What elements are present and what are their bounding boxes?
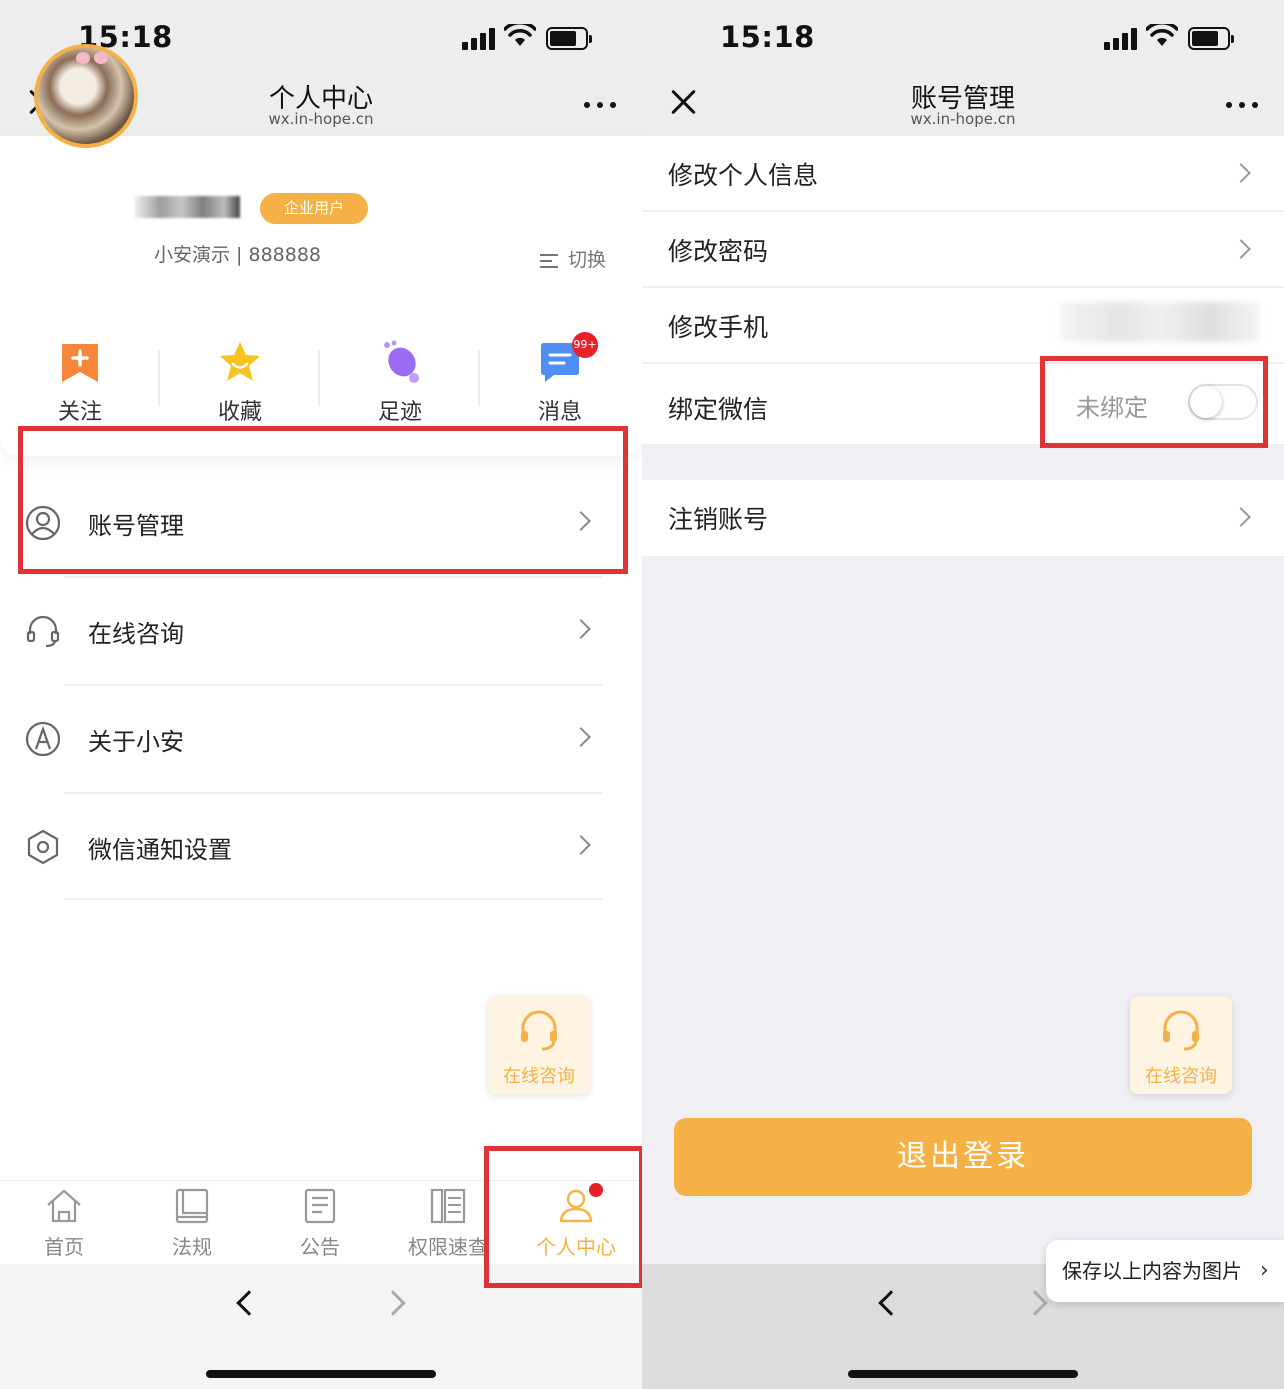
bookmark-plus-icon <box>62 344 98 382</box>
home-indicator <box>206 1370 436 1378</box>
battery-icon <box>1188 27 1234 50</box>
row-label: 绑定微信 <box>668 395 769 424</box>
highlight-wechat-binding <box>1040 356 1268 448</box>
menu-label: 关于小安 <box>88 728 184 756</box>
tab-regulations[interactable]: 法规 <box>128 1181 256 1265</box>
forward-icon[interactable] <box>1022 1290 1048 1316</box>
floating-consult-label: 在线咨询 <box>1145 1066 1217 1087</box>
quick-actions: 关注 收藏 足迹 消息 <box>0 336 642 426</box>
tab-announcements[interactable]: 公告 <box>256 1181 384 1265</box>
wifi-icon <box>1146 24 1178 46</box>
row-change-password[interactable]: 修改密码 <box>642 212 1284 288</box>
floating-consult-button[interactable]: 在线咨询 <box>488 996 590 1094</box>
org-info: 小安演示 | 888888 <box>154 244 322 266</box>
wifi-icon <box>504 24 536 46</box>
battery-icon <box>546 27 592 50</box>
username-blurred <box>134 196 240 218</box>
chevron-right-icon <box>1231 239 1251 259</box>
row-label: 修改密码 <box>668 237 769 266</box>
headset-icon <box>26 615 60 648</box>
row-label: 修改手机 <box>668 313 769 342</box>
floating-consult-label: 在线咨询 <box>503 1066 575 1087</box>
menu-label: 微信通知设置 <box>88 836 232 864</box>
more-icon[interactable] <box>584 102 616 108</box>
chevron-right-icon <box>571 727 591 747</box>
book-icon <box>175 1188 209 1224</box>
row-label: 修改个人信息 <box>668 161 819 190</box>
signal-icon <box>462 28 496 50</box>
highlight-account-management <box>18 426 628 574</box>
row-edit-profile[interactable]: 修改个人信息 <box>642 136 1284 212</box>
avatar[interactable] <box>34 44 138 148</box>
status-time: 15:18 <box>720 20 815 54</box>
action-label: 关注 <box>57 400 102 425</box>
chevron-right-icon <box>571 619 591 639</box>
tab-label: 公告 <box>300 1235 340 1259</box>
logout-button[interactable]: 退出登录 <box>674 1118 1252 1196</box>
signal-icon <box>1104 28 1138 50</box>
switch-account-button[interactable]: 切换 <box>540 245 606 272</box>
save-as-image-button[interactable]: 保存以上内容为图片 › <box>1046 1240 1284 1302</box>
footprint-icon <box>384 340 419 383</box>
message-count-badge: 99+ <box>572 332 598 358</box>
chevron-right-icon: › <box>1260 1258 1269 1283</box>
columns-icon <box>430 1188 466 1224</box>
tab-home[interactable]: 首页 <box>0 1181 128 1265</box>
gear-hex-icon <box>27 829 59 865</box>
phone-number-blurred <box>1060 302 1260 342</box>
logo-a-icon <box>25 721 61 757</box>
highlight-profile-tab <box>484 1146 642 1288</box>
forward-icon[interactable] <box>380 1290 406 1316</box>
headset-icon <box>1163 1010 1199 1051</box>
tab-label: 首页 <box>44 1235 84 1259</box>
switch-label: 切换 <box>568 249 607 271</box>
menu-online-consult[interactable]: 在线咨询 <box>0 578 642 684</box>
divider <box>318 350 320 406</box>
star-icon <box>220 342 260 381</box>
menu-label: 在线咨询 <box>88 620 184 648</box>
row-change-phone[interactable]: 修改手机 <box>642 288 1284 364</box>
action-label: 足迹 <box>377 400 422 425</box>
action-label: 消息 <box>537 400 582 425</box>
row-cancel-account[interactable]: 注销账号 <box>642 480 1284 556</box>
menu-about[interactable]: 关于小安 <box>0 686 642 792</box>
page-url: wx.in-hope.cn <box>910 110 1016 128</box>
more-icon[interactable] <box>1226 102 1258 108</box>
divider <box>158 350 160 406</box>
divider <box>478 350 480 406</box>
home-icon <box>47 1189 81 1223</box>
headset-icon <box>521 1010 557 1051</box>
document-icon <box>304 1188 336 1224</box>
action-label: 收藏 <box>217 400 262 425</box>
status-bar: 15:18 <box>642 0 1284 72</box>
separator <box>64 898 602 900</box>
nav-bar: 账号管理 wx.in-hope.cn <box>642 72 1284 136</box>
chevron-right-icon <box>1231 163 1251 183</box>
chevron-right-icon <box>1231 507 1251 527</box>
row-label: 注销账号 <box>668 505 769 534</box>
right-screen-account: 15:18 账号管理 wx.in-hope.cn 修改个人信息 修改密码 修改手… <box>642 0 1284 1389</box>
back-icon[interactable] <box>236 1290 262 1316</box>
enterprise-badge: 企业用户 <box>260 193 368 224</box>
back-icon[interactable] <box>878 1290 904 1316</box>
home-indicator <box>848 1370 1078 1378</box>
left-screen-profile: 15:18 个人中心 wx.in-hope.cn 企业用户 小安演示 | 888… <box>0 0 642 1389</box>
floating-consult-button[interactable]: 在线咨询 <box>1130 996 1232 1094</box>
tab-label: 法规 <box>172 1235 212 1259</box>
save-as-image-label: 保存以上内容为图片 <box>1062 1259 1242 1283</box>
list-switch-icon <box>540 253 560 269</box>
chevron-right-icon <box>571 835 591 855</box>
menu-wechat-notify[interactable]: 微信通知设置 <box>0 794 642 900</box>
